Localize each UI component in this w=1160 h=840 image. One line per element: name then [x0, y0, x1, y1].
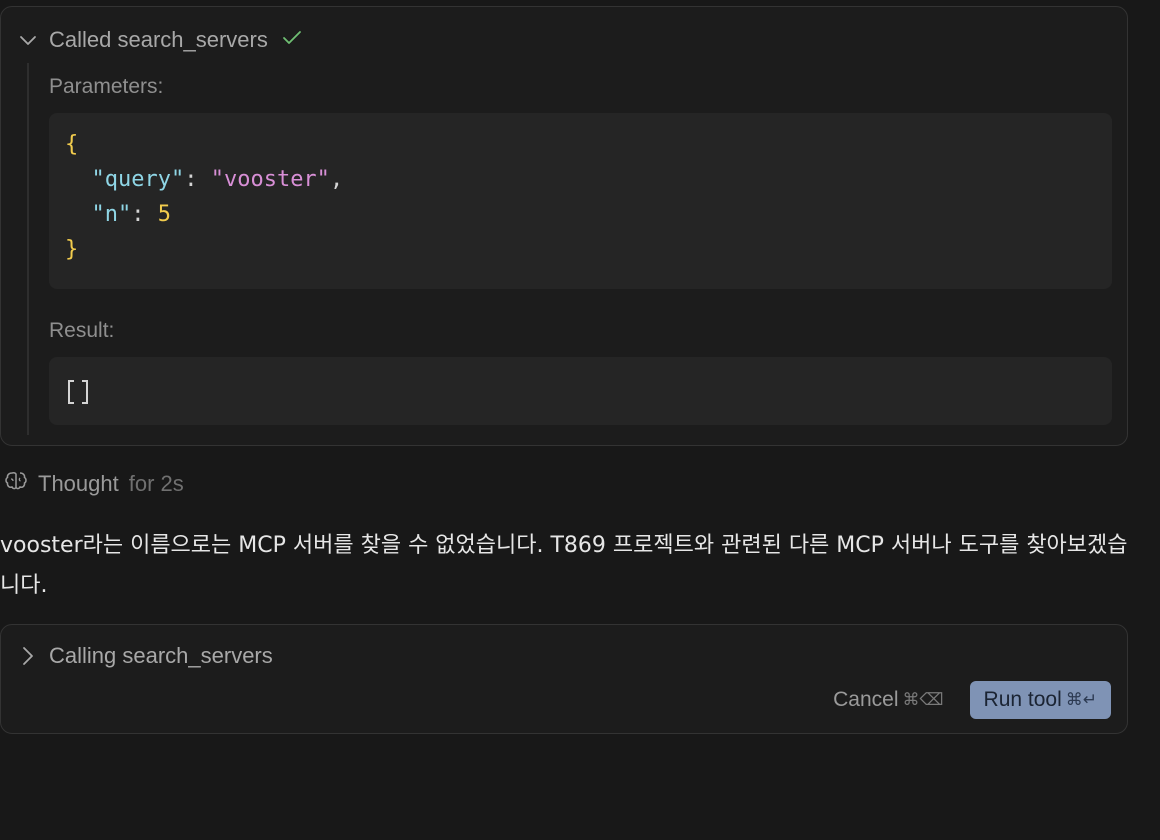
parameters-label: Parameters: [49, 75, 164, 98]
chevron-down-icon[interactable] [19, 31, 37, 49]
run-tool-label: Run tool [983, 688, 1062, 711]
parameters-code-block: { "query": "vooster", "n": 5 } [49, 113, 1112, 289]
thought-indicator[interactable]: Thought for 2s [4, 470, 184, 498]
tool-call-actions: Cancel ⌘⌫ Run tool ⌘↵ [833, 681, 1111, 719]
json-comma: , [329, 167, 344, 192]
tool-call-card-pending: Calling search_servers Cancel ⌘⌫ Run too… [0, 624, 1128, 734]
json-key: "query" [91, 167, 185, 192]
tool-call-status-label: Called search_servers [49, 27, 268, 52]
thought-duration: for 2s [128, 471, 184, 496]
brain-icon [4, 470, 28, 498]
empty-array-result [67, 379, 88, 404]
json-entry: "n": 5 [91, 202, 172, 227]
tool-call-status-label: Calling search_servers [49, 643, 273, 668]
chevron-right-icon[interactable] [19, 646, 37, 666]
check-icon [282, 27, 302, 53]
cancel-button[interactable]: Cancel ⌘⌫ [833, 688, 943, 712]
json-open-brace: { [65, 132, 79, 157]
result-code-block [49, 357, 1112, 425]
json-entry: "query": "vooster", [91, 167, 344, 192]
indent-guide [27, 63, 29, 435]
tool-call-header-toggle[interactable]: Called search_servers [19, 27, 302, 53]
cancel-shortcut: ⌘⌫ [902, 690, 944, 709]
json-close-brace: } [65, 237, 79, 262]
json-value: 5 [157, 202, 171, 227]
assistant-message: vooster라는 이름으로는 MCP 서버를 찾을 수 없었습니다. T869… [0, 533, 1128, 598]
tool-call-header-toggle[interactable]: Calling search_servers [19, 643, 273, 669]
thought-label: Thought [38, 471, 119, 496]
json-key: "n" [91, 202, 132, 227]
run-tool-shortcut: ⌘↵ [1065, 690, 1097, 709]
cancel-label: Cancel [833, 688, 899, 711]
tool-call-card-completed: Called search_servers Parameters: { "que… [0, 6, 1128, 446]
result-label: Result: [49, 319, 115, 342]
json-value: "vooster" [210, 167, 330, 192]
run-tool-button[interactable]: Run tool ⌘↵ [969, 681, 1111, 719]
